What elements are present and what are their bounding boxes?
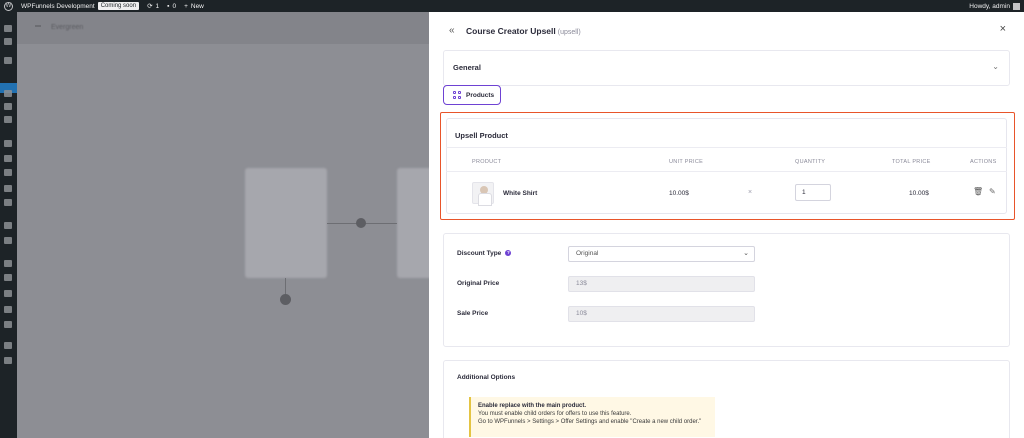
general-accordion[interactable]: General ⌄ (443, 50, 1010, 86)
step-settings-panel: « Course Creator Upsell (upsell) × Genera… (429, 12, 1024, 438)
plus-icon: + (184, 2, 188, 10)
posts-menu-icon[interactable] (4, 57, 12, 64)
comments-menu-icon[interactable] (4, 116, 12, 123)
sale-price-field[interactable]: 10$ (568, 306, 755, 322)
site-name: WPFunnels Development (21, 2, 95, 10)
discount-type-label: Discount Type? (457, 250, 512, 257)
folder-menu-icon[interactable] (4, 237, 12, 244)
landing-step-card (245, 168, 327, 278)
back-arrow-icon (35, 25, 41, 27)
discount-type-value: Original (576, 250, 599, 257)
greeting: Howdy, admin (969, 2, 1010, 10)
updates-icon: ⟳ (147, 3, 153, 10)
dashboard-menu-icon[interactable] (4, 25, 12, 32)
products-tab[interactable]: Products (443, 85, 501, 105)
collapse-icon[interactable]: « (449, 26, 455, 36)
settings-menu-icon[interactable] (4, 321, 12, 328)
coming-soon-badge: Coming soon (97, 2, 140, 10)
unit-price-value: 10.00$ (669, 190, 689, 197)
mail-menu-icon[interactable] (4, 38, 12, 45)
plugin-menu-icon[interactable] (4, 222, 12, 229)
admin-bar: W WPFunnels Development Coming soon ⟳ 1 … (0, 0, 1024, 12)
table-row: White Shirt 10.00$ × 10.00$ 🗑 ✎ (446, 172, 1007, 212)
product-name: White Shirt (503, 190, 538, 197)
info-icon[interactable]: ? (505, 250, 512, 257)
comments-link[interactable]: ▪ 0 (167, 3, 176, 10)
close-icon[interactable]: × (1000, 24, 1006, 35)
my-account-link[interactable]: Howdy, admin (969, 0, 1020, 12)
column-actions: ACTIONS (970, 159, 997, 165)
notice-line-2: Go to WPFunnels > Settings > Offer Setti… (478, 419, 702, 425)
column-unit-price: UNIT PRICE (669, 159, 704, 165)
sale-price-label: Sale Price (457, 310, 489, 317)
users-menu-icon[interactable] (4, 290, 12, 297)
comments-icon: ▪ (167, 2, 170, 10)
quantity-input[interactable] (795, 184, 831, 201)
comments-count: 0 (172, 2, 177, 10)
payments-menu-icon[interactable] (4, 169, 12, 176)
canvas-title: Evergreen (51, 24, 84, 31)
additional-options-title: Additional Options (457, 374, 516, 381)
updates-count: 1 (155, 2, 160, 10)
marketing-menu-icon[interactable] (4, 199, 12, 206)
wordpress-logo-icon[interactable]: W (4, 1, 13, 11)
code-menu-icon[interactable] (4, 342, 12, 349)
collapse-menu-icon[interactable] (4, 357, 12, 364)
updates-link[interactable]: ⟳ 1 (147, 2, 160, 11)
upsell-product-title: Upsell Product (455, 131, 508, 140)
notice-line-1: You must enable child orders for offers … (478, 411, 632, 417)
total-price-value: 10.00$ (909, 190, 929, 197)
new-label: New (190, 2, 204, 10)
products-tab-label: Products (466, 91, 495, 99)
analytics-menu-icon[interactable] (4, 185, 12, 192)
table-header: PRODUCT UNIT PRICE QUANTITY TOTAL PRICE … (446, 147, 1007, 172)
edit-icon[interactable]: ✎ (989, 188, 996, 196)
panel-subtitle: (upsell) (557, 29, 581, 36)
grid-icon (453, 91, 461, 99)
plugins-menu-icon[interactable] (4, 274, 12, 281)
products-menu-icon[interactable] (4, 155, 12, 162)
add-step-node (280, 294, 291, 305)
avatar (1013, 2, 1020, 10)
new-content-link[interactable]: + New (184, 3, 204, 10)
product-thumbnail (472, 182, 494, 206)
additional-options-card: Additional Options Enable replace with t… (443, 360, 1010, 438)
connector-node (356, 218, 366, 228)
column-total-price: TOTAL PRICE (892, 159, 931, 165)
upsell-product-card: Upsell Product PRODUCT UNIT PRICE QUANTI… (440, 112, 1015, 220)
funnel-canvas-overlay[interactable]: Evergreen (17, 12, 429, 438)
panel-title: Course Creator Upsell (upsell) (466, 26, 581, 36)
upsell-step-card (397, 168, 429, 278)
notice-title: Enable replace with the main product. (478, 403, 587, 409)
discount-card: Discount Type? Original ⌄ Original Price… (443, 233, 1010, 347)
chevron-down-icon: ⌄ (743, 250, 749, 257)
discount-type-select[interactable]: Original ⌄ (568, 246, 755, 262)
tools-menu-icon[interactable] (4, 306, 12, 313)
original-price-field[interactable]: 13$ (568, 276, 755, 292)
appearance-menu-icon[interactable] (4, 260, 12, 267)
media-menu-icon[interactable] (4, 90, 12, 97)
original-price-label: Original Price (457, 280, 500, 287)
multiply-sign: × (748, 189, 753, 196)
column-quantity: QUANTITY (795, 159, 826, 165)
pages-menu-icon[interactable] (4, 103, 12, 110)
site-name-link[interactable]: WPFunnels Development Coming soon (21, 2, 140, 10)
general-label: General (453, 63, 481, 72)
child-order-notice: Enable replace with the main product. Yo… (469, 397, 715, 437)
trash-icon[interactable]: 🗑 (973, 188, 983, 196)
woocommerce-menu-icon[interactable] (4, 140, 12, 147)
chevron-down-icon: ⌄ (992, 62, 999, 71)
admin-sidebar (0, 12, 20, 438)
column-product: PRODUCT (472, 159, 502, 165)
